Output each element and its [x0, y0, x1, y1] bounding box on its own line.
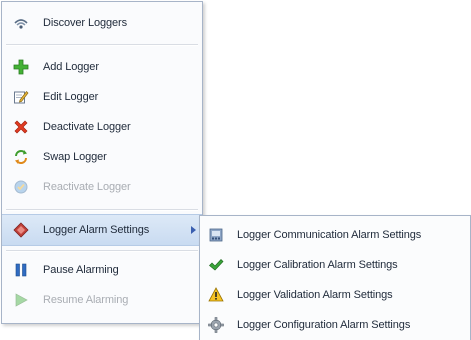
plus-icon	[13, 59, 29, 75]
submenu-item-label: Logger Calibration Alarm Settings	[237, 259, 398, 271]
menu-item-swap-logger[interactable]: Swap Logger	[2, 142, 202, 172]
menu-item-pause-alarming[interactable]: Pause Alarming	[2, 255, 202, 285]
menu-item-label: Discover Loggers	[43, 17, 127, 29]
warning-icon	[208, 287, 224, 303]
reactivate-icon	[13, 179, 29, 195]
context-menu-stage: Discover Loggers Add Logger Edit Logger	[0, 0, 471, 340]
menu-item-label: Reactivate Logger	[43, 181, 131, 193]
menu-separator	[6, 44, 198, 46]
menu-item-logger-alarm-settings[interactable]: Logger Alarm Settings	[2, 214, 202, 246]
submenu-item-validation[interactable]: Logger Validation Alarm Settings	[200, 280, 470, 310]
menu-item-reactivate-logger[interactable]: Reactivate Logger	[2, 172, 202, 202]
pause-icon	[13, 262, 29, 278]
submenu-item-label: Logger Communication Alarm Settings	[237, 229, 422, 241]
menu-item-label: Edit Logger	[43, 91, 99, 103]
submenu-item-calibration[interactable]: Logger Calibration Alarm Settings	[200, 250, 470, 280]
menu-separator	[6, 209, 198, 211]
menu-item-label: Logger Alarm Settings	[43, 224, 150, 236]
alarm-diamond-icon	[13, 222, 29, 238]
menu-item-label: Pause Alarming	[43, 264, 119, 276]
edit-icon	[13, 89, 29, 105]
discover-icon	[13, 15, 29, 31]
communication-icon	[208, 227, 224, 243]
menu-item-discover-loggers[interactable]: Discover Loggers	[2, 8, 202, 38]
menu-item-label: Swap Logger	[43, 151, 107, 163]
submenu-item-configuration[interactable]: Logger Configuration Alarm Settings	[200, 310, 470, 340]
logger-context-menu: Discover Loggers Add Logger Edit Logger	[1, 1, 203, 324]
menu-item-label: Add Logger	[43, 61, 99, 73]
menu-item-label: Resume Alarming	[43, 294, 129, 306]
menu-item-edit-logger[interactable]: Edit Logger	[2, 82, 202, 112]
menu-item-resume-alarming[interactable]: Resume Alarming	[2, 285, 202, 315]
menu-separator	[6, 250, 198, 252]
swap-icon	[13, 149, 29, 165]
play-icon	[13, 292, 29, 308]
checkmark-icon	[208, 257, 224, 273]
submenu-item-label: Logger Configuration Alarm Settings	[237, 319, 411, 331]
submenu-arrow-icon	[191, 226, 196, 234]
x-icon	[13, 119, 29, 135]
logger-alarm-settings-submenu: Logger Communication Alarm Settings Logg…	[199, 215, 471, 340]
menu-item-deactivate-logger[interactable]: Deactivate Logger	[2, 112, 202, 142]
submenu-item-label: Logger Validation Alarm Settings	[237, 289, 393, 301]
menu-item-add-logger[interactable]: Add Logger	[2, 52, 202, 82]
gear-icon	[208, 317, 224, 333]
menu-item-label: Deactivate Logger	[43, 121, 131, 133]
submenu-item-communication[interactable]: Logger Communication Alarm Settings	[200, 220, 470, 250]
